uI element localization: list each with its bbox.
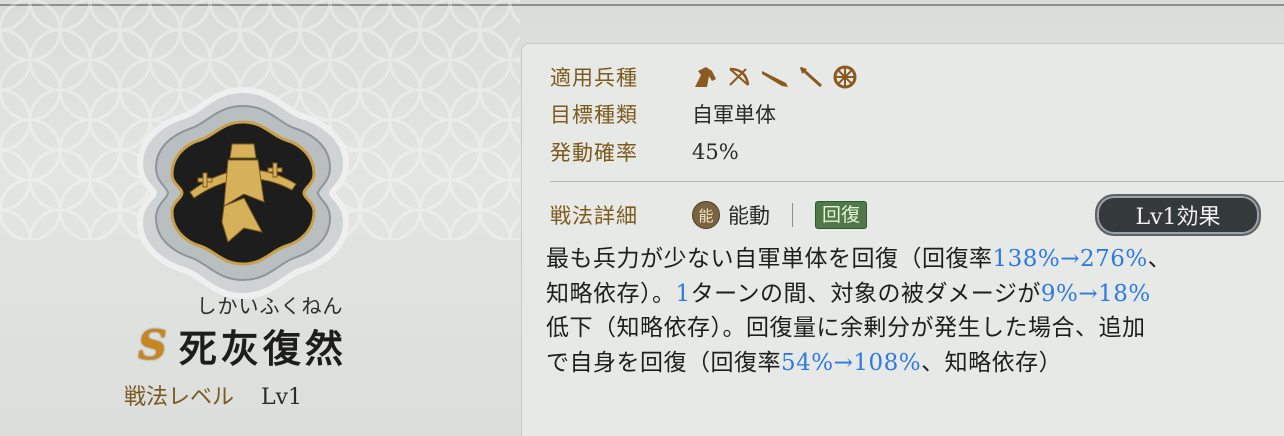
rate-row: 発動確率 45%: [550, 137, 739, 167]
gun-icon: [762, 71, 788, 87]
active-text: 能動: [728, 204, 770, 228]
rate-label: 発動確率: [550, 141, 638, 165]
skill-name: 死灰復然: [178, 326, 347, 371]
troop-row: 適用兵種: [550, 62, 858, 92]
detail-row: 戦法詳細 能 能動 回復: [550, 200, 868, 230]
cavalry-icon: [695, 67, 716, 87]
desc-value: 9%→18%: [1040, 280, 1151, 307]
desc-text: で自身を回復（回復率: [546, 349, 781, 376]
skill-reading: しかいふくねん: [196, 294, 344, 318]
desc-text: 、知略依存）: [921, 349, 1063, 376]
level-effect-button[interactable]: Lv1効果: [1095, 194, 1261, 236]
desc-value: 1: [675, 280, 691, 307]
target-row: 目標種類 自軍単体: [550, 99, 776, 129]
rate-value: 45%: [692, 140, 739, 164]
bow-icon: [729, 67, 750, 86]
wheel-icon: [833, 65, 857, 89]
skill-detail-panel: 適用兵種 目標種類 自軍単体 発動確率 45% 戦法詳細 能 能動 回復 Lv1…: [521, 43, 1284, 436]
target-value: 自軍単体: [692, 103, 776, 127]
skill-title: S 死灰復然: [138, 318, 347, 373]
desc-text: 知略依存）。: [546, 280, 676, 307]
detail-label: 戦法詳細: [550, 204, 638, 228]
desc-text: ターンの間、対象の被ダメージが: [690, 280, 1041, 307]
heal-tag: 回復: [815, 201, 868, 229]
troop-label: 適用兵種: [550, 66, 638, 90]
desc-value: 54%→108%: [781, 349, 922, 376]
target-label: 目標種類: [550, 103, 638, 127]
skill-level-value: Lv1: [261, 385, 303, 410]
skill-emblem-icon: [136, 86, 350, 300]
tag-separator: [792, 203, 793, 227]
desc-text: 最も兵力が少ない自軍単体を回復（回復率: [546, 246, 993, 272]
skill-description: 最も兵力が少ない自軍単体を回復（回復率138%→276%、 知略依存）。1ターン…: [546, 242, 1266, 380]
skill-grade: S: [138, 322, 167, 369]
spear-icon: [799, 66, 823, 88]
troop-icons: [692, 65, 858, 89]
active-badge-icon: 能: [692, 201, 720, 229]
section-divider: [550, 181, 1284, 182]
desc-text: 、: [1147, 246, 1172, 272]
skill-level-label: 戦法レベル: [124, 385, 235, 410]
desc-value: 138%→276%: [992, 246, 1148, 272]
active-type: 能 能動: [692, 200, 770, 230]
skill-level: 戦法レベル Lv1: [124, 379, 302, 411]
desc-text: 低下（知略依存）。回復量に余剰分が発生した場合、追加: [546, 315, 1146, 341]
